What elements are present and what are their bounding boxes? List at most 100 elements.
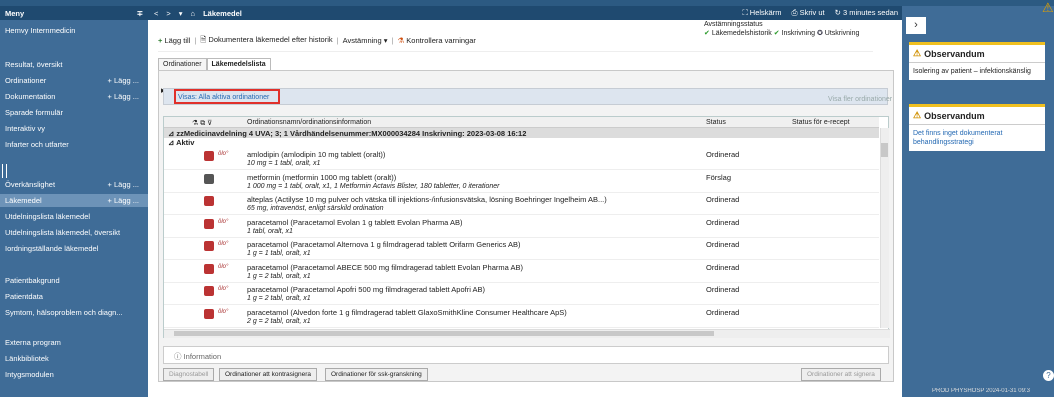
inscription-status: Inskrivning — [781, 30, 815, 37]
sidebar-header: Meny ∓ — [0, 6, 148, 20]
sidebar-item-dokumentation[interactable]: Dokumentation + Lägg ... — [0, 90, 148, 103]
sidebar-item-infarter[interactable]: Infarter och utfarter — [0, 138, 148, 151]
sidebar-item-ordinationer[interactable]: Ordinationer + Lägg ... — [0, 74, 148, 87]
filter-highlight — [174, 89, 280, 104]
sidebar-item-lakemedel[interactable]: Läkemedel + Lägg ... — [0, 194, 148, 207]
group-row[interactable]: ⊿ zzMedicinavdelning 4 UVA; 3; 1 Vårdhän… — [164, 128, 879, 138]
sidebar-item-externa[interactable]: Externa program — [0, 336, 148, 349]
review-button[interactable]: Ordinationer för ssk-granskning — [325, 368, 428, 381]
sidebar-item-utdelningslista[interactable]: Utdelningslista läkemedel — [0, 210, 148, 223]
vertical-scroll-thumb[interactable] — [881, 143, 888, 157]
subgroup-row[interactable]: ⊿ Aktiv — [164, 138, 879, 147]
page-title: Läkemedel — [203, 8, 242, 18]
observandum-card-2[interactable]: ⚠ Observandum Det finns inget dokumentera… — [909, 104, 1045, 151]
header-erecept[interactable]: Status för e-recept — [792, 119, 850, 126]
sidebar-item-symtom[interactable]: Symtom, hälsoproblem och diagn... — [0, 306, 148, 319]
observandum-body: Isolering av patient – infektionskänslig — [913, 68, 1031, 75]
warning-check-icon: ⚗ — [397, 36, 407, 45]
medication-name: amlodipin (amlodipin 10 mg tablett (oral… — [247, 150, 386, 159]
sidebar-title: Meny — [5, 9, 25, 18]
info-icon: ⓘ — [174, 352, 184, 361]
table-row[interactable]: ölo° paracetamol (Alvedon forte 1 g filmd… — [164, 306, 879, 328]
observandum-title: Observandum — [924, 110, 985, 121]
help-icon[interactable]: ? — [1043, 370, 1054, 381]
reconcile-status: Avstämningsstatus ✔ Läkemedelshistorik ✔… — [704, 20, 859, 38]
dosage-info: 1 tabl, oralt, x1 — [247, 227, 293, 235]
tab-bar: Ordinationer Läkemedelslista — [158, 58, 271, 70]
add-button[interactable]: + Lägg till — [158, 36, 190, 45]
fullscreen-icon: ⛶ — [742, 8, 750, 17]
table-row[interactable]: ölo° paracetamol (Paracetamol Alternova 1… — [164, 238, 879, 260]
vertical-scrollbar[interactable] — [880, 128, 889, 328]
table-row[interactable]: ölo° paracetamol (Paracetamol Apofri 500 … — [164, 283, 879, 305]
dosage-info: 10 mg = 1 tabl, oralt, x1 — [247, 160, 321, 167]
forward-button[interactable]: > — [166, 9, 170, 18]
diagnosis-table-button[interactable]: Diagnostabell — [163, 368, 215, 381]
sidebar-item-resultat[interactable]: Resultat, översikt — [0, 58, 148, 71]
sidebar: Meny ∓ Hemvy Internmedicin Resultat, öve… — [0, 6, 148, 397]
medication-icon — [204, 218, 214, 229]
observandum-card-1[interactable]: ⚠ Observandum Isolering av patient – infe… — [909, 42, 1045, 80]
add-dokumentation-button[interactable]: + Lägg ... — [108, 92, 143, 101]
sign-button[interactable]: Ordinationer att signera — [801, 368, 881, 381]
sidebar-item-patientdata[interactable]: Patientdata — [0, 290, 148, 303]
tab-lakemedelslista[interactable]: Läkemedelslista — [206, 58, 271, 70]
discharge-status: Utskrivning — [824, 30, 860, 37]
back-button[interactable]: < — [154, 9, 158, 18]
dosage-info: 1 g = 2 tabl, oralt, x1 — [247, 272, 311, 280]
document-history-button[interactable]: 🗎 Dokumentera läkemedel efter historik — [200, 34, 332, 47]
sidebar-item-overkanslighet[interactable]: Överkänslighet + Lägg ... — [0, 178, 148, 191]
table-row[interactable]: metformin (metformin 1000 mg tablett (or… — [164, 171, 879, 193]
print-button[interactable]: ⎙ Skriv ut — [791, 8, 824, 18]
table-row[interactable]: ölo° amlodipin (amlodipin 10 mg tablett (… — [164, 148, 879, 170]
home-icon[interactable]: ⌂ — [191, 9, 196, 18]
sidebar-item-patientbakgrund[interactable]: Patientbakgrund — [0, 274, 148, 287]
sidebar-item-hemvy[interactable]: Hemvy Internmedicin — [0, 24, 148, 37]
show-more-link[interactable]: Visa fler ordinationer — [828, 96, 892, 103]
sidebar-item-sparade[interactable]: Sparade formulär — [0, 106, 148, 119]
button-row: Diagnostabell Ordinationer att kontrasig… — [163, 368, 889, 382]
pin-icon[interactable]: ∓ — [137, 9, 143, 18]
sidebar-item-utdelningslista-oversikt[interactable]: Utdelningslista läkemedel, översikt — [0, 226, 148, 239]
row-status: Ordinerad — [706, 195, 740, 204]
expand-right-button[interactable]: › — [906, 17, 926, 34]
add-overkanslighet-button[interactable]: + Lägg ... — [108, 180, 143, 189]
row-status: Ordinerad — [706, 217, 740, 227]
route-badge: ölo° — [218, 263, 229, 270]
medication-name: paracetamol (Paracetamol ABECE 500 mg fi… — [247, 262, 523, 272]
tab-ordinationer[interactable]: Ordinationer — [158, 58, 207, 70]
header-status[interactable]: Status — [706, 119, 726, 126]
route-badge: ölo° — [218, 241, 229, 247]
alert-icon[interactable]: ⚠ — [1042, 0, 1054, 16]
header-icons[interactable]: ⚗ ⧉ ⊽ — [192, 119, 212, 128]
fullscreen-button[interactable]: ⛶ Helskärm — [742, 8, 781, 18]
sidebar-collapse-handle[interactable] — [2, 164, 7, 178]
check-warnings-button[interactable]: ⚗ Kontrollera varningar — [397, 36, 475, 45]
header-name[interactable]: Ordinationsnamn/ordinationsinformation — [247, 119, 371, 126]
medication-icon — [204, 308, 214, 319]
sidebar-item-interaktiv[interactable]: Interaktiv vy — [0, 122, 148, 135]
sidebar-item-iordningstallande[interactable]: Iordningställande läkemedel — [0, 242, 148, 255]
table-row[interactable]: alteplas (Actilyse 10 mg pulver och väts… — [164, 193, 879, 215]
medication-name: paracetamol (Paracetamol Alternova 1 g f… — [247, 240, 521, 249]
add-ordination-button[interactable]: + Lägg ... — [108, 76, 143, 85]
medication-grid: ⚗ ⧉ ⊽ Ordinationsnamn/ordinationsinforma… — [163, 116, 890, 338]
refresh-button[interactable]: ↻ 3 minutes sedan — [835, 8, 898, 18]
horizontal-scroll-thumb[interactable] — [174, 331, 714, 336]
row-status: Ordinerad — [706, 150, 740, 159]
countersign-button[interactable]: Ordinationer att kontrasignera — [219, 368, 317, 381]
refresh-icon: ↻ — [834, 8, 843, 17]
medication-name: paracetamol (Paracetamol Apofri 500 mg f… — [247, 285, 486, 294]
reconcile-dropdown[interactable]: Avstämning ▾ — [343, 36, 388, 45]
sidebar-item-lankbibliotek[interactable]: Länkbibliotek — [0, 352, 148, 365]
reconcile-status-label: Avstämningsstatus — [704, 21, 763, 28]
dropdown-icon[interactable]: ▾ — [179, 9, 183, 18]
add-lakemedel-button[interactable]: + Lägg ... — [108, 196, 143, 205]
row-status: Ordinerad — [706, 285, 740, 294]
table-row[interactable]: ölo° paracetamol (Paracetamol Evolan 1 g … — [164, 216, 879, 238]
info-bar[interactable]: ⓘ Information — [163, 346, 889, 364]
sidebar-item-intygsmodulen[interactable]: Intygsmodulen — [0, 368, 148, 381]
table-row[interactable]: ölo° paracetamol (Paracetamol ABECE 500 m… — [164, 261, 879, 283]
route-badge: ölo° — [218, 218, 229, 225]
main-area: < > ▾ ⌂ Läkemedel ⛶ Helskärm ⎙ Skriv ut … — [148, 6, 902, 397]
